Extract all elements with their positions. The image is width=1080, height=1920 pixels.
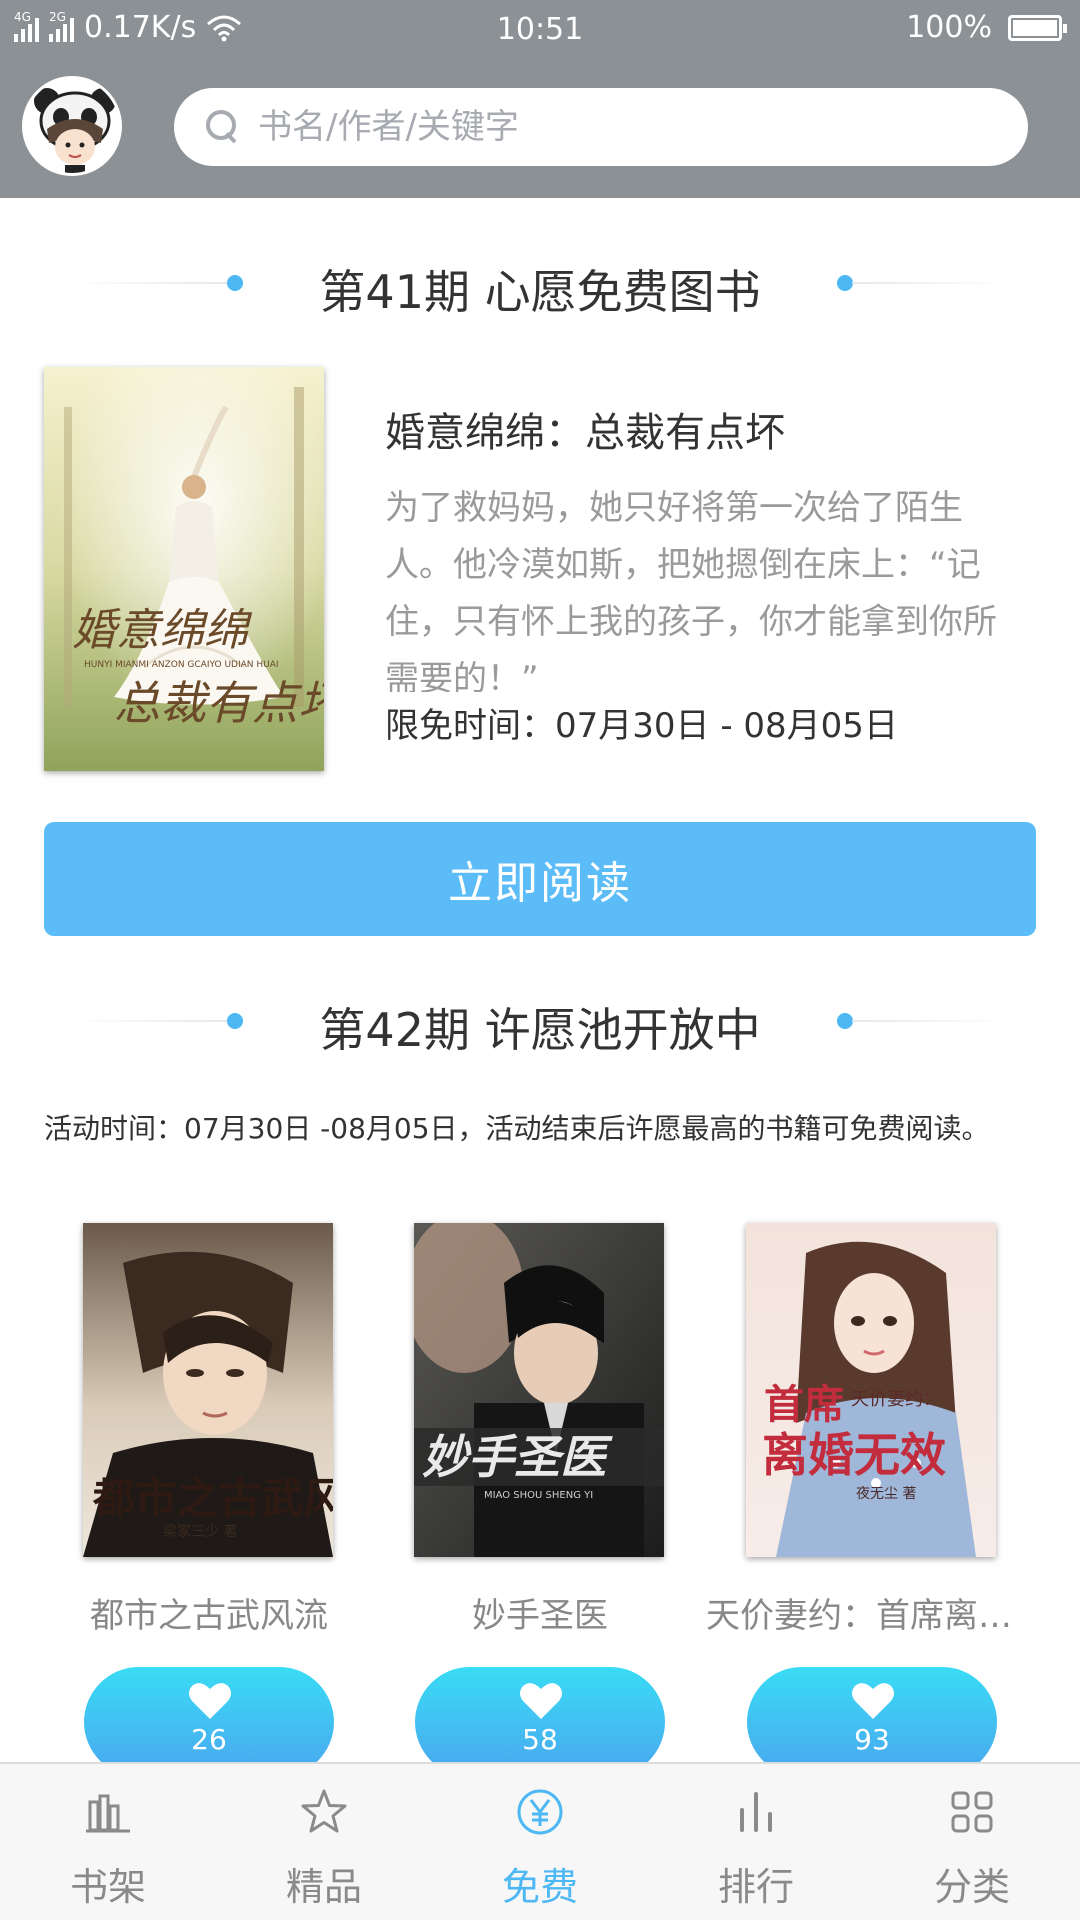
divider-line [852, 1020, 1010, 1022]
search-input[interactable] [258, 107, 958, 147]
wish-book-cover[interactable]: 首席 天价妻约： 离婚无效 夜无尘 著 [746, 1223, 996, 1557]
nav-label: 分类 [933, 1865, 1010, 1909]
like-count: 58 [522, 1723, 558, 1756]
book-cover-image: 婚意绵绵 总裁有点坏 HUNYI MIANMI ANZON GCAIYO UDI… [44, 367, 324, 771]
cover-title-line2: 离婚无效 [762, 1428, 946, 1482]
nav-tab-bookshelf[interactable]: 书架 [0, 1764, 216, 1920]
nav-label: 排行 [717, 1865, 794, 1909]
star-icon [301, 1789, 347, 1833]
activity-description: 活动时间：07月30日 -08月05日，活动结束后许愿最高的书籍可免费阅读。 [44, 1112, 990, 1145]
cover-subtitle: 天价妻约： [851, 1389, 941, 1410]
nav-tab-ranking[interactable]: 排行 [648, 1764, 864, 1920]
featured-book-description: 为了救妈妈，她只好将第一次给了陌生人。他冷漠如斯，把她摁倒在床上：“记住，只有怀… [385, 488, 997, 692]
wish-book-name[interactable]: 都市之古武风流 [44, 1588, 374, 1637]
cover-title-line2: 总裁有点坏 [114, 676, 324, 730]
cover-pinyin: HUNYI MIANMI ANZON GCAIYO UDIAN HUAI [84, 660, 279, 670]
wish-book-cover[interactable]: 妙手圣医 MIAO SHOU SHENG YI [414, 1223, 664, 1557]
status-bar-right: 100% [906, 10, 1067, 45]
bar-chart-icon [740, 1792, 772, 1832]
nav-label: 免费 [501, 1865, 578, 1909]
book-cover-image: 都市之古武风流 梁家三少 著 [83, 1223, 333, 1557]
battery-icon [1008, 14, 1067, 41]
nav-tab-category[interactable]: 分类 [864, 1764, 1080, 1920]
avatar[interactable] [22, 76, 122, 176]
cover-title-line1: 首席 [764, 1381, 844, 1428]
battery-percent: 100% [906, 10, 992, 45]
heart-icon [520, 1683, 562, 1719]
book-cover-image: 首席 天价妻约： 离婚无效 夜无尘 著 [746, 1223, 996, 1557]
heart-icon [189, 1683, 231, 1719]
wish-book-name[interactable]: 妙手圣医 [375, 1588, 705, 1637]
wish-like-button[interactable]: 93 [747, 1667, 997, 1777]
heart-icon [852, 1683, 894, 1719]
nav-label: 精品 [285, 1865, 362, 1909]
cover-title-line1: 婚意绵绵 [72, 605, 253, 656]
read-now-button[interactable]: 立即阅读 [44, 822, 1036, 936]
wish-section-header: 第42期 许愿池开放中 [0, 986, 1080, 1057]
wish-like-button[interactable]: 26 [84, 1667, 334, 1777]
nav-tab-premium[interactable]: 精品 [216, 1764, 432, 1920]
wish-like-button[interactable]: 58 [415, 1667, 665, 1777]
like-count: 26 [191, 1723, 227, 1756]
wish-book-name[interactable]: 天价妻约：首席离婚无效 [706, 1588, 1036, 1637]
book-cover-image: 妙手圣医 MIAO SHOU SHENG YI [414, 1223, 664, 1557]
cover-author: 夜无尘 著 [856, 1486, 916, 1502]
featured-book-cover[interactable]: 婚意绵绵 总裁有点坏 HUNYI MIANMI ANZON GCAIYO UDI… [44, 367, 324, 771]
featured-book-title[interactable]: 婚意绵绵：总裁有点坏 [385, 400, 785, 458]
like-count: 93 [854, 1723, 890, 1756]
cover-title: 都市之古武风流 [92, 1474, 333, 1523]
divider-line [852, 282, 1010, 284]
cover-pinyin: MIAO SHOU SHENG YI [484, 1490, 593, 1501]
grid-icon [951, 1791, 993, 1833]
wish-section-title: 第42期 许愿池开放中 [319, 1003, 761, 1057]
featured-section-title: 第41期 心愿免费图书 [319, 265, 761, 319]
search-icon [206, 110, 240, 144]
wish-book-cover[interactable]: 都市之古武风流 梁家三少 著 [83, 1223, 333, 1557]
cover-author: 梁家三少 著 [163, 1523, 237, 1540]
bookshelf-icon [86, 1794, 130, 1833]
search-bar[interactable] [174, 88, 1028, 166]
app-header [0, 58, 1080, 198]
cover-title: 妙手圣医 [422, 1430, 613, 1484]
divider-dot [837, 1013, 853, 1029]
featured-free-time: 限免时间：07月30日 - 08月05日 [385, 706, 898, 746]
nav-label: 书架 [69, 1865, 146, 1909]
nav-tab-free[interactable]: 免费 [432, 1764, 648, 1920]
divider-dot [837, 275, 853, 291]
bottom-nav: 书架 精品 免费 排行 分类 [0, 1762, 1080, 1920]
yen-icon [517, 1789, 563, 1835]
panda-avatar-icon [25, 79, 119, 173]
featured-section-header: 第41期 心愿免费图书 [0, 248, 1080, 319]
status-bar: 4G 2G 0.17K/s 10:51 100% [0, 0, 1080, 58]
